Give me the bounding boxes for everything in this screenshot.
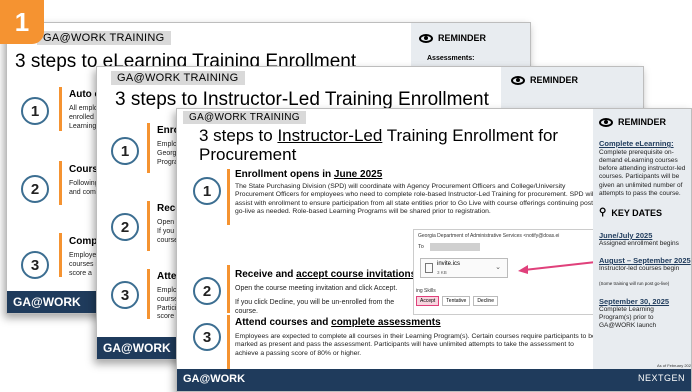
step-2-title: Receive and accept course invitations	[235, 269, 416, 280]
reminder-heading: REMINDER	[511, 75, 578, 85]
reminder-label: REMINDER	[438, 33, 487, 43]
date-2-title: August – September 2025	[599, 256, 691, 265]
step-2-circle: 2	[21, 175, 49, 203]
date-3-text: Complete Learning Program(s) prior to GA…	[599, 306, 657, 330]
step-2-text-2: If you click Decline, you will be un-enr…	[235, 299, 395, 315]
step-divider	[147, 201, 150, 251]
step-divider	[227, 265, 230, 313]
email-to: To	[418, 244, 424, 250]
slide-procurement: GA@WORK TRAINING 3 steps to Instructor-L…	[176, 108, 692, 392]
step-1-circle: 1	[21, 97, 49, 125]
title-link[interactable]: Instructor-Led	[277, 126, 382, 145]
step-1-text: The State Purchasing Division (SPD) will…	[235, 183, 595, 216]
date-2-note: (Some training will run post go-live)	[599, 281, 670, 286]
as-of-date: As of February 202	[656, 363, 691, 368]
footer-bar: GA@WORK NEXTGEN	[177, 369, 691, 391]
date-3-title: September 30, 2025	[599, 297, 670, 306]
attachment-size: 3 KB	[437, 270, 447, 275]
step-divider	[147, 123, 150, 173]
step-3-text: Employees are expected to complete all c…	[235, 333, 596, 357]
step-3-title-link[interactable]: complete assessments	[331, 317, 441, 328]
email-preview: Georgia Department of Administrative Ser…	[413, 229, 603, 315]
step-divider	[227, 315, 230, 371]
accept-button[interactable]: Accept	[416, 296, 440, 306]
attachment-file-icon	[425, 263, 433, 273]
step-2-circle: 2	[193, 277, 221, 305]
step-number-badge: 1	[0, 0, 44, 44]
email-to-redacted	[430, 243, 480, 251]
eye-icon	[599, 117, 613, 127]
reminder-label: REMINDER	[618, 117, 667, 127]
step-divider	[147, 269, 150, 319]
elearning-reminder-title: Complete eLearning:	[599, 139, 674, 148]
eye-icon	[419, 33, 433, 43]
date-1-title: June/July 2025	[599, 231, 653, 240]
step-2-circle: 2	[111, 213, 139, 241]
elearning-reminder-text: Complete prerequisite on-demand eLearnin…	[599, 149, 686, 197]
step-1-circle: 1	[193, 177, 221, 205]
nextgen-logo: NEXTGEN	[637, 373, 685, 383]
rsvp-buttons: Accept Tentative Decline	[416, 296, 498, 306]
step-1-title: Enrollment opens in June 2025	[235, 169, 382, 180]
key-dates-label: KEY DATES	[611, 207, 663, 218]
attachment-name: invite.ics	[437, 261, 461, 267]
step-1-title-text: Enrollment opens in	[235, 169, 334, 180]
footer-logo: GA@WORK	[103, 341, 171, 355]
date-1-text: Assigned enrollment begins	[599, 240, 679, 247]
email-skills-label: ing Skills	[416, 288, 436, 294]
footer-logo: GA@WORK	[183, 373, 246, 385]
step-divider	[59, 161, 62, 205]
slide-banner: GA@WORK TRAINING	[183, 111, 306, 124]
reminder-sidebar: REMINDER Complete eLearning: Complete pr…	[593, 109, 691, 371]
chevron-down-icon[interactable]: ⌄	[495, 263, 501, 271]
reminder-label: REMINDER	[530, 75, 579, 85]
step-2-title-text: Receive and	[235, 269, 297, 280]
tentative-button[interactable]: Tentative	[442, 296, 471, 306]
date-2-text: Instructor-led courses begin	[599, 265, 680, 272]
step-1-title-link[interactable]: June 2025	[334, 169, 382, 180]
pointer-arrow-icon	[518, 261, 597, 274]
email-from: Georgia Department of Administrative Ser…	[418, 233, 560, 239]
step-2-text-1: Open the course meeting invitation and c…	[235, 285, 398, 292]
step-divider	[59, 87, 62, 131]
step-3-title-text: Attend courses and	[235, 317, 332, 328]
slide-banner: GA@WORK TRAINING	[37, 31, 171, 45]
search-icon: ⚲	[599, 207, 607, 218]
attachment-chip[interactable]: invite.ics 3 KB ⌄	[420, 258, 508, 278]
step-3-circle: 3	[111, 281, 139, 309]
reminder-heading: REMINDER	[599, 117, 666, 127]
slide-title: 3 steps to Instructor-Led Training Enrol…	[199, 126, 599, 164]
key-dates-heading: ⚲ KEY DATES	[599, 207, 662, 218]
reminder-heading: REMINDER	[419, 33, 486, 43]
step-3-circle: 3	[21, 251, 49, 279]
step-1-circle: 1	[111, 137, 139, 165]
title-text: 3 steps to	[199, 126, 278, 145]
step-divider	[227, 169, 230, 225]
eye-icon	[511, 75, 525, 85]
decline-button[interactable]: Decline	[473, 296, 498, 306]
step-3-circle: 3	[193, 323, 221, 351]
slide-banner: GA@WORK TRAINING	[111, 71, 245, 85]
reminder-subheading: Assessments:	[427, 55, 475, 62]
footer-logo: GA@WORK	[13, 295, 81, 309]
step-2-title-link[interactable]: accept course invitations	[296, 269, 416, 280]
step-divider	[59, 233, 62, 277]
step-3-title: Attend courses and complete assessments	[235, 317, 441, 328]
